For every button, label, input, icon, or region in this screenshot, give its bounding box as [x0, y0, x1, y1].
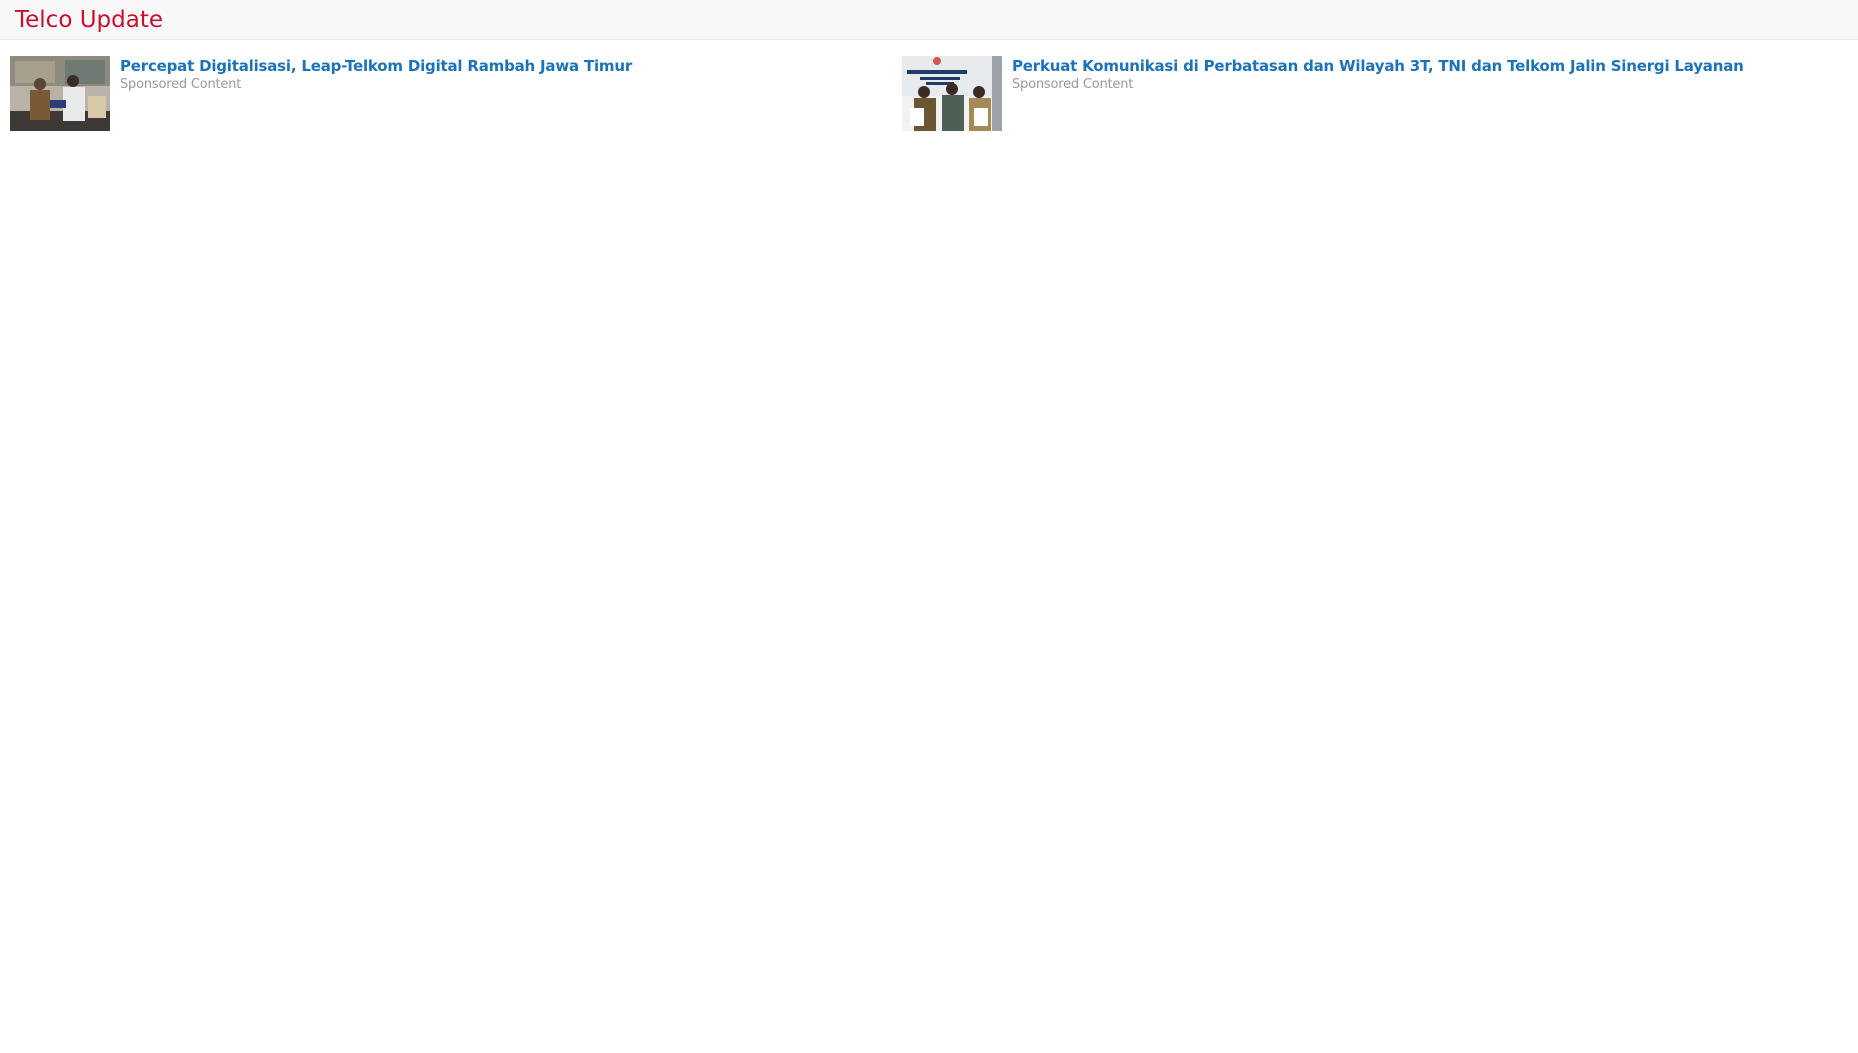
news-item-title-link[interactable]: Percepat Digitalisasi, Leap-Telkom Digit…: [120, 56, 880, 76]
sponsored-label: Sponsored Content: [120, 77, 242, 92]
news-item-title-link[interactable]: Perkuat Komunikasi di Perbatasan dan Wil…: [1012, 56, 1842, 76]
news-item[interactable]: Percepat Digitalisasi, Leap-Telkom Digit…: [10, 56, 880, 132]
news-thumbnail-image[interactable]: [10, 56, 110, 131]
news-item-text: Percepat Digitalisasi, Leap-Telkom Digit…: [120, 56, 880, 94]
news-item[interactable]: Perkuat Komunikasi di Perbatasan dan Wil…: [902, 56, 1842, 132]
news-item-text: Perkuat Komunikasi di Perbatasan dan Wil…: [1012, 56, 1842, 94]
widget-header: Telco Update: [0, 0, 1858, 40]
widget-title: Telco Update: [15, 7, 164, 33]
sponsored-label: Sponsored Content: [1012, 77, 1134, 92]
news-thumbnail-image[interactable]: [902, 56, 1002, 131]
